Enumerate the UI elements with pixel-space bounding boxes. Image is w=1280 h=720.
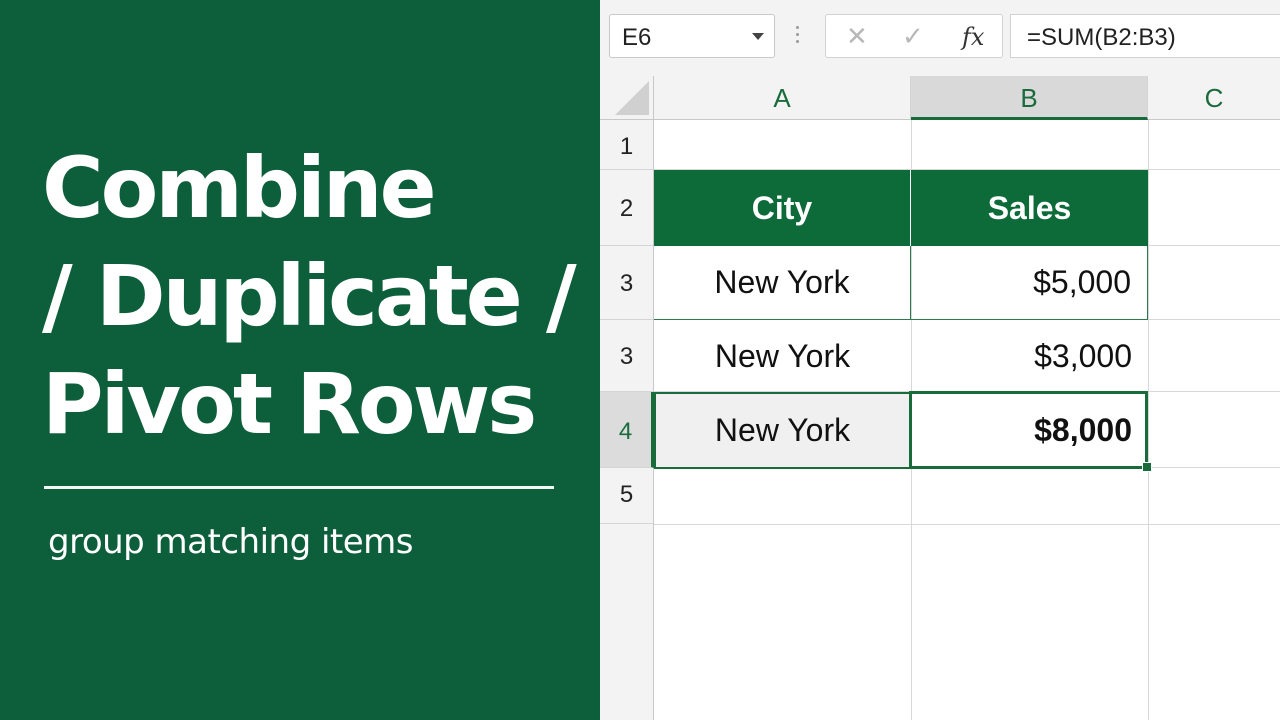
row-header[interactable]: 5: [600, 468, 654, 524]
chevron-down-icon[interactable]: [752, 33, 764, 40]
row-header[interactable]: 3: [600, 320, 654, 392]
column-header-a[interactable]: A: [654, 76, 911, 120]
row-header[interactable]: 1: [600, 120, 654, 170]
cell-b4[interactable]: $3,000: [911, 320, 1148, 392]
row-selection-outline: [654, 392, 910, 469]
close-icon[interactable]: ✕: [846, 21, 868, 52]
subtitle: group matching items: [48, 522, 414, 562]
name-box[interactable]: E6: [609, 14, 775, 58]
cell-b2[interactable]: Sales: [911, 170, 1148, 246]
grid-line: [654, 524, 1280, 525]
title-line: Combine: [42, 139, 437, 237]
column-header-b[interactable]: B: [911, 76, 1148, 120]
select-all-button[interactable]: [600, 76, 654, 120]
cell-a3[interactable]: New York: [654, 246, 911, 320]
row-header-selected[interactable]: 4: [600, 392, 654, 468]
check-icon[interactable]: ✓: [902, 21, 924, 52]
title-line: Pivot Rows: [42, 355, 537, 453]
cell-b3[interactable]: $5,000: [911, 246, 1148, 320]
function-icon[interactable]: fx: [962, 23, 984, 51]
formula-bar: E6 ✕ ✓ fx =SUM(B2:B3): [600, 0, 1280, 76]
divider: [44, 486, 554, 489]
title-panel: Combine / Duplicate / Pivot Rows group m…: [0, 0, 600, 720]
column-header-c[interactable]: C: [1148, 76, 1280, 120]
fill-handle[interactable]: [1142, 462, 1152, 472]
formula-input[interactable]: =SUM(B2:B3): [1010, 14, 1280, 58]
formula-text: =SUM(B2:B3): [1027, 24, 1176, 51]
cell-a4[interactable]: New York: [654, 320, 911, 392]
cell-a2[interactable]: City: [654, 170, 911, 246]
title-line: / Duplicate /: [42, 247, 577, 345]
active-cell-outline: [909, 391, 1148, 469]
formula-buttons: ✕ ✓ fx: [825, 14, 1003, 58]
drag-handle-icon[interactable]: [796, 26, 800, 48]
name-box-value: E6: [622, 24, 652, 51]
row-header[interactable]: 2: [600, 170, 654, 246]
page-title: Combine / Duplicate / Pivot Rows: [42, 134, 582, 458]
grid-line: [1148, 120, 1149, 720]
row-header[interactable]: 3: [600, 246, 654, 320]
spreadsheet: E6 ✕ ✓ fx =SUM(B2:B3) A B C 1 2 3 3 4 5 …: [600, 0, 1280, 720]
